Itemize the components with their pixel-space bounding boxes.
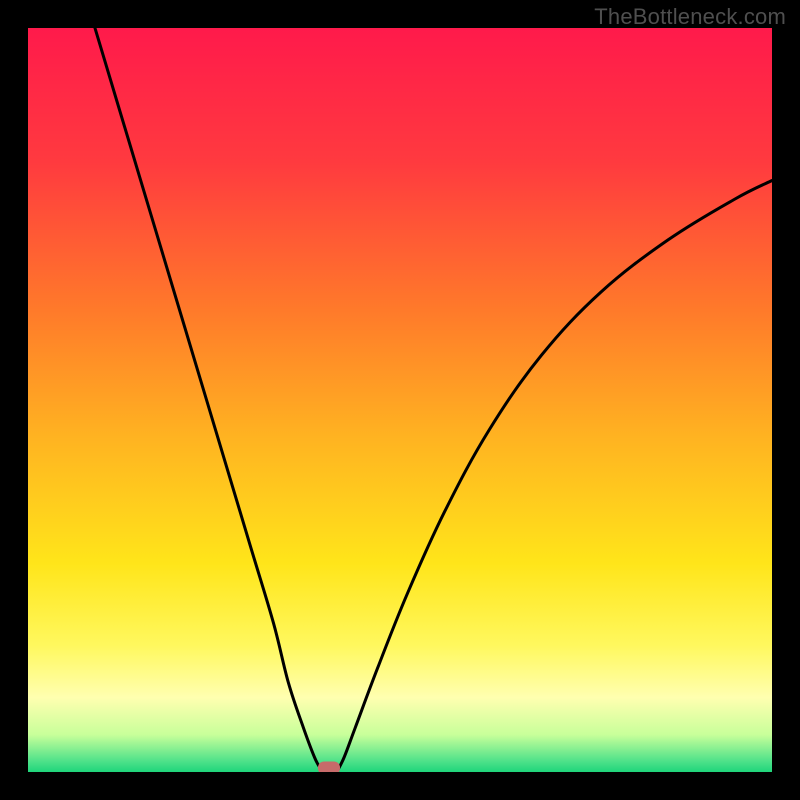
watermark-text: TheBottleneck.com	[594, 4, 786, 30]
plot-area	[28, 28, 772, 772]
chart-svg	[28, 28, 772, 772]
gradient-rect	[28, 28, 772, 772]
minimum-marker	[318, 762, 340, 772]
chart-frame: TheBottleneck.com	[0, 0, 800, 800]
